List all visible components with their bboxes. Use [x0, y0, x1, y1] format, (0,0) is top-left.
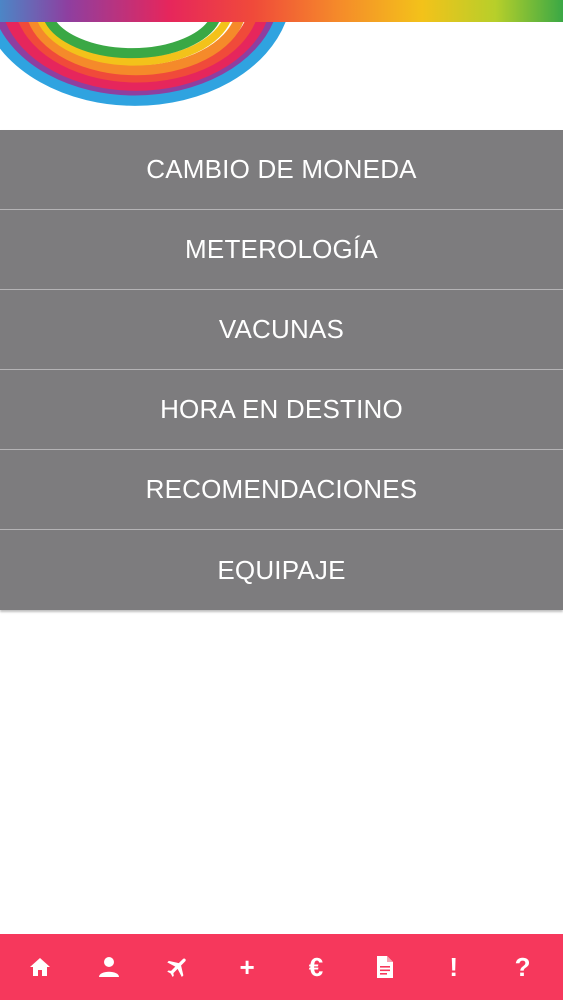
nav-help-button[interactable]: ?: [503, 947, 543, 987]
menu-item-label: RECOMENDACIONES: [145, 474, 418, 504]
user-icon: [99, 957, 120, 977]
menu-item-weather[interactable]: METEROLOGÍA: [0, 210, 563, 290]
rainbow-logo: [0, 22, 286, 106]
menu-item-vaccines[interactable]: VACUNAS: [0, 290, 563, 370]
menu-item-label: VACUNAS: [218, 314, 345, 344]
airplane-icon: [167, 958, 186, 977]
app-screen: CAMBIO DE MONEDA METEROLOGÍA VACUNAS HOR…: [0, 0, 563, 1000]
question-icon: ?: [514, 952, 531, 982]
exclamation-icon: !: [449, 952, 459, 982]
menu-item-label: METEROLOGÍA: [185, 234, 378, 264]
menu-item-luggage[interactable]: EQUIPAJE: [0, 530, 563, 610]
nav-currency-button[interactable]: €: [296, 947, 336, 987]
euro-icon: €: [308, 952, 324, 982]
bottom-navigation-bar: + € ! ?: [0, 934, 563, 1000]
menu-item-label: HORA EN DESTINO: [160, 394, 403, 424]
nav-documents-button[interactable]: [365, 947, 405, 987]
menu-item-label: CAMBIO DE MONEDA: [146, 154, 417, 184]
home-icon: [30, 958, 51, 976]
nav-flights-button[interactable]: [158, 947, 198, 987]
document-icon: [376, 956, 393, 978]
nav-alerts-button[interactable]: !: [434, 947, 474, 987]
nav-profile-button[interactable]: [89, 947, 129, 987]
nav-health-button[interactable]: +: [227, 947, 267, 987]
menu-item-label: EQUIPAJE: [217, 554, 346, 585]
plus-icon: +: [239, 952, 255, 982]
menu-item-recommendations[interactable]: RECOMENDACIONES: [0, 450, 563, 530]
nav-home-button[interactable]: [20, 947, 60, 987]
menu-item-destination-time[interactable]: HORA EN DESTINO: [0, 370, 563, 450]
header-rainbow-bar: [0, 0, 563, 22]
info-menu: CAMBIO DE MONEDA METEROLOGÍA VACUNAS HOR…: [0, 130, 563, 610]
menu-item-currency-exchange[interactable]: CAMBIO DE MONEDA: [0, 130, 563, 210]
